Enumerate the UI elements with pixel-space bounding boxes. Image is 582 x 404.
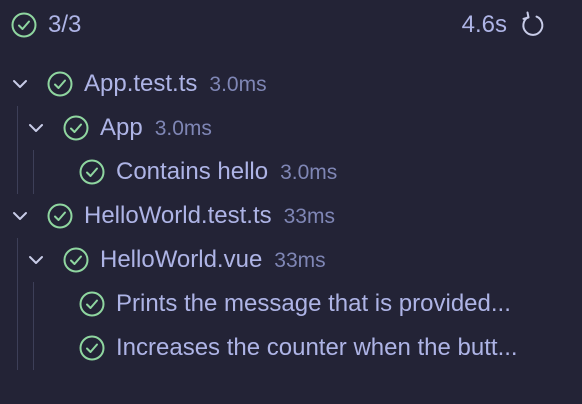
duration: 3.0ms xyxy=(209,73,267,96)
total-duration: 4.6s xyxy=(461,11,507,38)
summary-pass-count: 3/3 xyxy=(48,11,82,38)
tree-item-label: App.test.ts 3.0ms xyxy=(84,69,267,100)
test-tree: App.test.ts 3.0ms App 3.0ms Contains hel… xyxy=(0,62,582,370)
file-name: HelloWorld.test.ts xyxy=(84,202,272,229)
tree-item-label: Increases the counter when the butt... xyxy=(116,333,578,363)
test-name: Increases the counter when the butt... xyxy=(116,334,518,361)
file-name: App.test.ts xyxy=(84,70,198,97)
indent-guide xyxy=(33,150,34,194)
duration: 33ms xyxy=(283,205,335,228)
tree-item-label: Contains hello 3.0ms xyxy=(116,157,337,188)
tree-row-test-increases-counter[interactable]: Increases the counter when the butt... xyxy=(0,326,582,370)
indent-guide xyxy=(33,282,34,326)
indent-guide xyxy=(17,238,18,282)
tree-item-label: HelloWorld.vue 33ms xyxy=(100,245,326,276)
indent-guide xyxy=(17,326,18,370)
test-name: Contains hello xyxy=(116,158,269,185)
indent-guide xyxy=(17,150,18,194)
duration: 33ms xyxy=(274,249,326,272)
indent-guide xyxy=(17,106,18,150)
check-circle-icon xyxy=(47,203,73,229)
suite-name: HelloWorld.vue xyxy=(100,246,263,273)
duration: 3.0ms xyxy=(154,117,212,140)
chevron-down-icon[interactable] xyxy=(11,75,29,93)
chevron-down-icon[interactable] xyxy=(27,119,45,137)
check-circle-icon xyxy=(63,247,89,273)
tree-row-helloworld-suite[interactable]: HelloWorld.vue 33ms xyxy=(0,238,582,282)
indent-guide xyxy=(17,282,18,326)
check-circle-icon xyxy=(79,335,105,361)
test-name: Prints the message that is provided... xyxy=(116,290,511,317)
indent-guide xyxy=(33,326,34,370)
tree-item-label: Prints the message that is provided... xyxy=(116,289,578,319)
check-circle-icon xyxy=(47,71,73,97)
check-circle-icon xyxy=(79,159,105,185)
check-circle-icon xyxy=(63,115,89,141)
duration: 3.0ms xyxy=(280,161,338,184)
chevron-down-icon[interactable] xyxy=(27,251,45,269)
tree-row-test-contains-hello[interactable]: Contains hello 3.0ms xyxy=(0,150,582,194)
test-results-panel: 3/3 4.6s App.test.ts 3.0ms App 3.0ms Con… xyxy=(0,0,582,404)
tree-item-label: HelloWorld.test.ts 33ms xyxy=(84,201,335,232)
tree-row-helloworld-test-file[interactable]: HelloWorld.test.ts 33ms xyxy=(0,194,582,238)
tree-row-app-suite[interactable]: App 3.0ms xyxy=(0,106,582,150)
tree-row-test-prints-message[interactable]: Prints the message that is provided... xyxy=(0,282,582,326)
check-circle-icon xyxy=(11,12,37,38)
summary-header: 3/3 4.6s xyxy=(0,0,582,50)
suite-name: App xyxy=(100,114,143,141)
chevron-down-icon[interactable] xyxy=(11,207,29,225)
tree-item-label: App 3.0ms xyxy=(100,113,212,144)
tree-row-app-test-file[interactable]: App.test.ts 3.0ms xyxy=(0,62,582,106)
check-circle-icon xyxy=(79,291,105,317)
rerun-icon[interactable] xyxy=(518,11,546,39)
